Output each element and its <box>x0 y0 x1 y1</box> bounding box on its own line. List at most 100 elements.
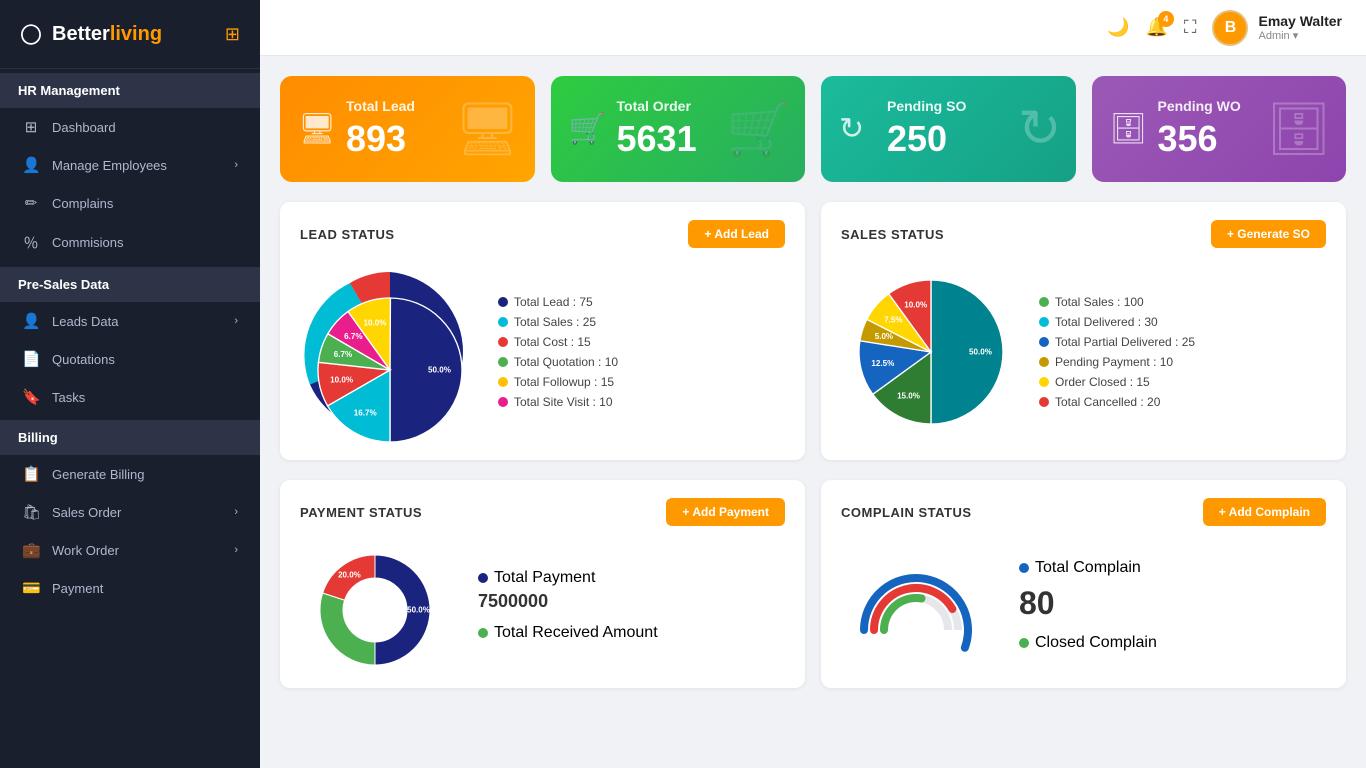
sidebar-item-generate-billing[interactable]: 📋 Generate Billing <box>0 455 260 493</box>
svg-text:50.0%: 50.0% <box>969 348 992 357</box>
legend-label: Total Followup : 15 <box>514 375 614 389</box>
sidebar-item-label: Generate Billing <box>52 467 145 482</box>
grid-icon[interactable]: ⊞ <box>225 24 240 45</box>
legend-dot <box>498 297 508 307</box>
legend-item: Total Delivered : 30 <box>1039 315 1195 329</box>
legend-label: Order Closed : 15 <box>1055 375 1150 389</box>
payment-body: 50.0% 20.0% Total Payment 7500000 Total R… <box>300 540 785 670</box>
sidebar-item-payment[interactable]: 💳 Payment <box>0 569 260 607</box>
sales-pie-chart: 50.0%15.0%12.5%5.0%7.5%10.0% <box>841 262 1021 442</box>
avatar: B <box>1212 10 1248 46</box>
sidebar-item-work-order[interactable]: 💼 Work Order › <box>0 531 260 569</box>
svg-text:5.0%: 5.0% <box>875 332 893 341</box>
sidebar-item-complains[interactable]: ✏ Complains <box>0 184 260 222</box>
legend-item: Total Cost : 15 <box>498 335 618 349</box>
chevron-icon: › <box>234 506 238 518</box>
sales-status-header: SALES STATUS + Generate SO <box>841 220 1326 248</box>
svg-text:50.0%: 50.0% <box>428 366 451 375</box>
work-order-icon: 💼 <box>22 541 40 559</box>
legend-dot <box>1019 563 1029 573</box>
payment-donut-chart: 50.0% 20.0% <box>300 540 460 670</box>
complain-body: Total Complain 80 Closed Complain <box>841 540 1326 670</box>
svg-text:15.0%: 15.0% <box>897 392 920 401</box>
legend-label: Total Cost : 15 <box>514 335 591 349</box>
monitor-icon: 🖥 <box>298 112 336 147</box>
payment-icon: 💳 <box>22 579 40 597</box>
received-legend: Total Received Amount <box>478 624 658 642</box>
legend-label: Total Lead : 75 <box>514 295 593 309</box>
hr-management-header: HR Management <box>0 73 260 108</box>
svg-text:50.0%: 50.0% <box>407 606 430 615</box>
sidebar-item-tasks[interactable]: 🔖 Tasks <box>0 378 260 416</box>
legend-item: Total Quotation : 10 <box>498 355 618 369</box>
sidebar-item-label: Leads Data <box>52 314 119 329</box>
chevron-icon: › <box>234 544 238 556</box>
lead-status-legend: Total Lead : 75 Total Sales : 25 Total C… <box>498 295 618 409</box>
tasks-icon: 🔖 <box>22 388 40 406</box>
sales-status-card: SALES STATUS + Generate SO 50.0% 15.0% 12.… <box>821 202 1346 460</box>
fullscreen-icon[interactable]: ⛶ <box>1184 17 1197 38</box>
billing-header: Billing <box>0 420 260 455</box>
dashboard-content: 🖥 Total Lead 893 🖥 🛒 Total Order 5631 🛒 … <box>260 56 1366 768</box>
legend-label: Total Partial Delivered : 25 <box>1055 335 1195 349</box>
svg-text:20.0%: 20.0% <box>338 570 361 579</box>
sidebar: 〇 Betterliving ⊞ HR Management ⊞ Dashboa… <box>0 0 260 768</box>
svg-text:12.5%: 12.5% <box>871 359 894 368</box>
add-complain-button[interactable]: + Add Complain <box>1203 498 1326 526</box>
legend-dot <box>1039 317 1049 327</box>
closed-complain-legend: Closed Complain <box>1019 634 1157 652</box>
chevron-icon: › <box>234 315 238 327</box>
payment-info: Total Payment 7500000 Total Received Amo… <box>478 569 658 642</box>
sidebar-item-label: Manage Employees <box>52 158 167 173</box>
stats-row: 🖥 Total Lead 893 🖥 🛒 Total Order 5631 🛒 … <box>280 76 1346 182</box>
sidebar-item-quotations[interactable]: 📄 Quotations <box>0 340 260 378</box>
generate-so-button[interactable]: + Generate SO <box>1211 220 1326 248</box>
commisions-icon: ％ <box>22 232 40 253</box>
dark-mode-icon[interactable]: 🌙 <box>1107 17 1129 38</box>
legend-dot <box>1019 638 1029 648</box>
svg-text:6.7%: 6.7% <box>344 332 362 341</box>
svg-text:16.7%: 16.7% <box>354 408 377 417</box>
complains-icon: ✏ <box>22 194 40 212</box>
svg-text:10.0%: 10.0% <box>364 318 387 327</box>
closed-complain-label: Closed Complain <box>1035 634 1157 652</box>
database-icon: 🗄 <box>1110 112 1148 147</box>
sidebar-item-leads-data[interactable]: 👤 Leads Data › <box>0 302 260 340</box>
complain-status-card: COMPLAIN STATUS + Add Complain Total Com… <box>821 480 1346 688</box>
notification-icon[interactable]: 🔔 4 <box>1145 17 1167 38</box>
add-lead-button[interactable]: + Add Lead <box>688 220 785 248</box>
sidebar-item-label: Sales Order <box>52 505 121 520</box>
legend-dot <box>498 397 508 407</box>
sidebar-item-manage-employees[interactable]: 👤 Manage Employees › <box>0 146 260 184</box>
total-complain-legend: Total Complain <box>1019 559 1157 577</box>
sidebar-item-sales-order[interactable]: 🛍 Sales Order › <box>0 493 260 531</box>
leads-icon: 👤 <box>22 312 40 330</box>
sidebar-item-label: Complains <box>52 196 113 211</box>
refresh-icon: ↻ <box>839 112 864 147</box>
legend-item: Total Sales : 25 <box>498 315 618 329</box>
legend-item: Total Lead : 75 <box>498 295 618 309</box>
dashboard-icon: ⊞ <box>22 118 40 136</box>
employees-icon: 👤 <box>22 156 40 174</box>
billing-icon: 📋 <box>22 465 40 483</box>
legend-dot <box>498 337 508 347</box>
legend-label: Total Site Visit : 10 <box>514 395 613 409</box>
add-payment-button[interactable]: + Add Payment <box>666 498 785 526</box>
svg-text:6.7%: 6.7% <box>334 350 352 359</box>
total-payment-label: Total Payment <box>494 569 595 587</box>
legend-label: Total Sales : 25 <box>514 315 596 329</box>
sidebar-item-commisions[interactable]: ％ Commisions <box>0 222 260 263</box>
legend-dot <box>1039 337 1049 347</box>
total-payment-legend: Total Payment <box>478 569 658 587</box>
sidebar-item-dashboard[interactable]: ⊞ Dashboard <box>0 108 260 146</box>
stat-bg-icon: 🛒 <box>726 99 791 160</box>
user-profile[interactable]: B Emay Walter Admin ▾ <box>1212 10 1342 46</box>
legend-dot <box>498 357 508 367</box>
legend-dot <box>1039 377 1049 387</box>
user-role: Admin ▾ <box>1258 29 1342 42</box>
topbar: 🌙 🔔 4 ⛶ B Emay Walter Admin ▾ <box>260 0 1366 56</box>
sales-status-body: 50.0%15.0%12.5%5.0%7.5%10.0% Total Sales… <box>841 262 1326 442</box>
total-received-label: Total Received Amount <box>494 624 658 642</box>
svg-text:10.0%: 10.0% <box>330 376 353 385</box>
legend-dot <box>1039 397 1049 407</box>
